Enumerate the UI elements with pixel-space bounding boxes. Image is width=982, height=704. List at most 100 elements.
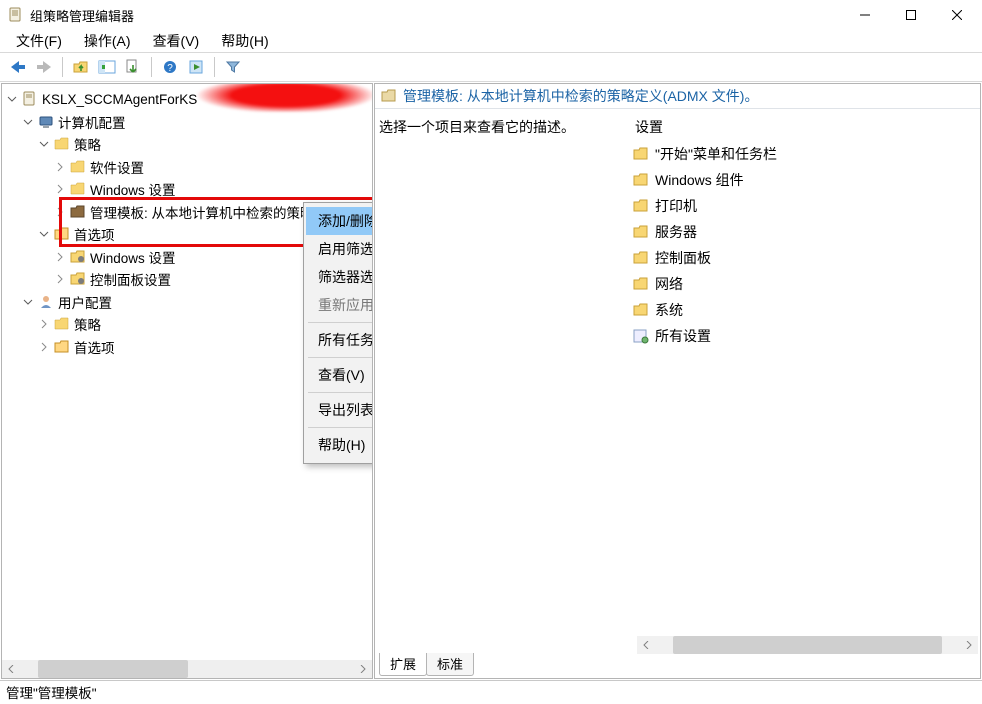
details-pane: 管理模板: 从本地计算机中检索的策略定义(ADMX 文件)。 选择一个项目来查看… <box>374 83 981 679</box>
details-body: 选择一个项目来查看它的描述。 设置 "开始"菜单和任务栏 Windows 组件 … <box>375 109 980 678</box>
expand-icon[interactable] <box>22 296 34 308</box>
expand-icon[interactable] <box>54 251 66 263</box>
expand-icon[interactable] <box>38 318 50 330</box>
expand-icon[interactable] <box>54 273 66 285</box>
maximize-button[interactable] <box>888 0 934 30</box>
expand-icon[interactable] <box>38 341 50 353</box>
settings-column-header: 设置 <box>633 117 980 141</box>
cm-view[interactable]: 查看(V) ▶ <box>306 361 373 389</box>
scroll-left-arrow-icon[interactable] <box>637 636 655 654</box>
toolbar-separator <box>62 57 63 77</box>
tree-policy[interactable]: 策略 <box>6 133 372 156</box>
tab-standard[interactable]: 标准 <box>426 653 474 676</box>
menu-action[interactable]: 操作(A) <box>74 29 141 53</box>
user-icon <box>38 294 54 310</box>
export-list-button[interactable] <box>121 55 145 79</box>
list-item-label: 网络 <box>655 274 683 294</box>
tree-windows-settings[interactable]: Windows 设置 <box>6 178 372 201</box>
all-settings-icon <box>633 328 649 344</box>
properties-button[interactable] <box>184 55 208 79</box>
list-item[interactable]: Windows 组件 <box>633 167 980 193</box>
expand-icon[interactable] <box>38 138 50 150</box>
help-button[interactable]: ? <box>158 55 182 79</box>
nav-back-button[interactable] <box>6 55 30 79</box>
cm-all-tasks[interactable]: 所有任务(K) ▶ <box>306 326 373 354</box>
show-hide-tree-button[interactable] <box>95 55 119 79</box>
tree-label: 首选项 <box>74 224 115 244</box>
up-level-button[interactable] <box>69 55 93 79</box>
menu-separator <box>308 357 373 358</box>
description-text: 选择一个项目来查看它的描述。 <box>379 119 575 135</box>
expand-icon[interactable] <box>38 228 50 240</box>
expand-icon[interactable] <box>54 183 66 195</box>
list-item[interactable]: 网络 <box>633 271 980 297</box>
expand-icon[interactable] <box>22 116 34 128</box>
details-tabs: 扩展 标准 <box>379 656 473 676</box>
tree-label: 策略 <box>74 134 101 154</box>
folder-icon <box>633 276 649 292</box>
list-item[interactable]: 服务器 <box>633 219 980 245</box>
list-item[interactable]: 控制面板 <box>633 245 980 271</box>
scroll-left-arrow-icon[interactable] <box>2 660 20 678</box>
menu-separator <box>308 427 373 428</box>
cm-reapply-filter: 重新应用筛选器(E) <box>306 291 373 319</box>
folder-icon <box>70 181 86 197</box>
list-item-label: 所有设置 <box>655 326 711 346</box>
list-item-label: 系统 <box>655 300 683 320</box>
list-item[interactable]: 打印机 <box>633 193 980 219</box>
nav-forward-button[interactable] <box>32 55 56 79</box>
expand-icon[interactable] <box>6 93 18 105</box>
folder-gear-icon <box>70 271 86 287</box>
cm-label: 所有任务(K) <box>318 330 373 350</box>
settings-list[interactable]: "开始"菜单和任务栏 Windows 组件 打印机 服务器 控制面板 网络 系统… <box>633 141 980 349</box>
tree-pane: KSLX_SCCMAgentForKS 计算机配置 策略 软件设置 <box>1 83 373 679</box>
menu-file[interactable]: 文件(F) <box>6 29 72 53</box>
window-title: 组策略管理编辑器 <box>30 6 842 25</box>
list-item-label: Windows 组件 <box>655 170 744 190</box>
list-item[interactable]: 所有设置 <box>633 323 980 349</box>
tree-computer-config[interactable]: 计算机配置 <box>6 111 372 134</box>
toolbar: ? <box>0 52 982 82</box>
tree-label: Windows 设置 <box>90 179 176 199</box>
window-controls <box>842 0 980 30</box>
menu-view[interactable]: 查看(V) <box>143 29 210 53</box>
list-item-label: 服务器 <box>655 222 697 242</box>
folder-icon <box>633 250 649 266</box>
details-horizontal-scrollbar[interactable] <box>637 636 978 654</box>
tree-label: 管理模板: 从本地计算机中检索的策略定 <box>90 202 327 222</box>
title-bar: 组策略管理编辑器 <box>0 0 982 30</box>
close-button[interactable] <box>934 0 980 30</box>
cm-filter-options[interactable]: 筛选器选项(O)... <box>306 263 373 291</box>
settings-column: 设置 "开始"菜单和任务栏 Windows 组件 打印机 服务器 控制面板 网络… <box>633 117 980 678</box>
scroll-right-arrow-icon[interactable] <box>354 660 372 678</box>
tree-software-settings[interactable]: 软件设置 <box>6 156 372 179</box>
folder-icon <box>54 339 70 355</box>
cm-export-list[interactable]: 导出列表(L)... <box>306 396 373 424</box>
scroll-thumb[interactable] <box>38 660 188 678</box>
menu-separator <box>308 322 373 323</box>
folder-icon <box>633 302 649 318</box>
tab-extended[interactable]: 扩展 <box>379 653 427 676</box>
description-column: 选择一个项目来查看它的描述。 <box>375 117 633 678</box>
cm-help[interactable]: 帮助(H) <box>306 431 373 459</box>
list-item-label: "开始"菜单和任务栏 <box>655 144 777 164</box>
minimize-button[interactable] <box>842 0 888 30</box>
tree-label: 控制面板设置 <box>90 269 171 289</box>
expand-icon[interactable] <box>54 161 66 173</box>
list-item[interactable]: 系统 <box>633 297 980 323</box>
expand-icon[interactable] <box>54 206 66 218</box>
folder-icon <box>54 316 70 332</box>
scroll-right-arrow-icon[interactable] <box>960 636 978 654</box>
details-header: 管理模板: 从本地计算机中检索的策略定义(ADMX 文件)。 <box>375 84 980 109</box>
filter-button[interactable] <box>221 55 245 79</box>
folder-icon <box>633 198 649 214</box>
list-item[interactable]: "开始"菜单和任务栏 <box>633 141 980 167</box>
cm-enable-filter[interactable]: 启用筛选器(F) <box>306 235 373 263</box>
folder-icon <box>633 172 649 188</box>
cm-add-remove-templates[interactable]: 添加/删除模板(A)... <box>306 207 373 235</box>
tree-label: 计算机配置 <box>58 112 126 132</box>
folder-icon <box>633 146 649 162</box>
tree-horizontal-scrollbar[interactable] <box>2 660 372 678</box>
menu-help[interactable]: 帮助(H) <box>211 29 278 53</box>
scroll-thumb[interactable] <box>673 636 942 654</box>
